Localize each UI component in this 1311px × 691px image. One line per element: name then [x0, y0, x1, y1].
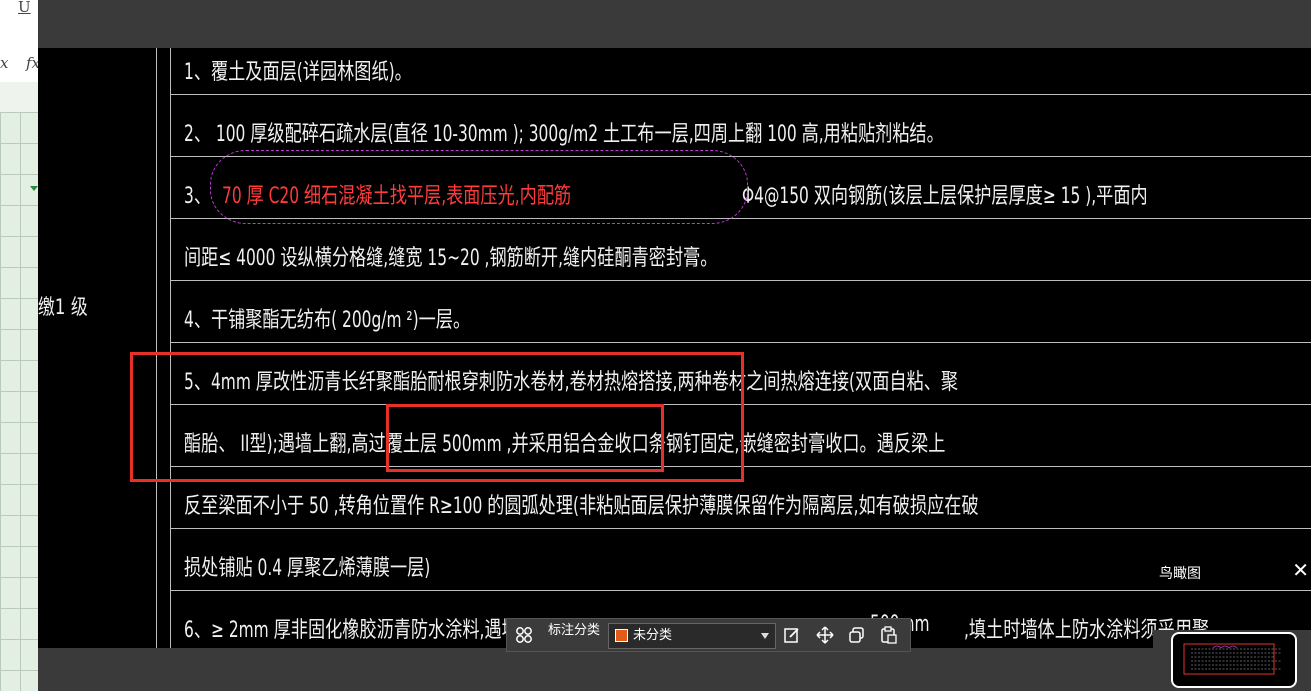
paste-icon[interactable]: [880, 626, 898, 644]
filter-dropdown-icon[interactable]: [30, 186, 38, 191]
row-divider: [170, 280, 1311, 281]
spec-line-4: 4、干铺聚酯无纺布( 200g/m ²)一层。: [184, 308, 471, 333]
side-label: 缴1 级: [38, 295, 88, 319]
grid-menu-icon[interactable]: [515, 626, 533, 644]
row-divider: [170, 528, 1311, 529]
spec-line-2: 2、 100 厚级配碎石疏水层(直径 10-30mm ); 300g/m2 土工…: [184, 122, 944, 147]
spreadsheet-toolbar: U x fx: [0, 0, 38, 82]
table-border-left: [156, 48, 157, 648]
fx-icon[interactable]: fx: [26, 54, 38, 72]
spec-line-3-rest: Φ4@150 双向钢筋(该层上层保护层厚度≥ 15 ),平面内: [742, 184, 1148, 209]
chevron-down-icon: [761, 633, 769, 639]
birdseye-header: 鸟瞰图 ✕: [1153, 556, 1311, 588]
category-label: 标注分类: [548, 623, 601, 638]
top-toolbar: [38, 0, 1311, 48]
status-bar: [38, 648, 1153, 691]
spec-line-1: 1、覆土及面层(详园林图纸)。: [184, 60, 412, 85]
table-border-inner: [170, 48, 171, 648]
formula-x-icon: x: [0, 54, 9, 72]
annotation-toolbar: 标注分类 未分类: [506, 618, 911, 652]
underline-icon[interactable]: U: [18, 0, 31, 16]
birdseye-thumbnail: [1183, 643, 1281, 675]
birdseye-viewport[interactable]: [1171, 632, 1297, 688]
annotation-box-small[interactable]: [386, 404, 664, 472]
revision-cloud[interactable]: [210, 150, 748, 224]
row-divider: [170, 94, 1311, 95]
spec-line-5-cont2: 反至梁面不小于 50 ,转角位置作 R≥100 的圆弧处理(非粘贴面层保护薄膜保…: [184, 494, 979, 519]
cad-canvas[interactable]: 缴1 级 1、覆土及面层(详园林图纸)。 2、 100 厚级配碎石疏水层(直径 …: [38, 48, 1311, 648]
spec-line-3-number: 3、: [184, 184, 211, 209]
category-color-swatch: [615, 629, 628, 642]
close-icon[interactable]: ✕: [1292, 560, 1309, 580]
move-icon[interactable]: [816, 626, 834, 644]
birdseye-title: 鸟瞰图: [1159, 566, 1201, 582]
category-select[interactable]: 未分类: [608, 623, 776, 649]
row-divider: [170, 590, 1311, 591]
spec-line-3-cont: 间距≤ 4000 设纵横分格缝,缝宽 15~20 ,钢筋断开,缝内硅酮青密封膏。: [184, 246, 718, 271]
spec-line-5-cont3: 损处铺贴 0.4 厚聚乙烯薄膜一层): [184, 556, 431, 581]
spreadsheet-grid[interactable]: [0, 112, 38, 691]
edit-icon[interactable]: [783, 626, 801, 644]
spreadsheet-panel: U x fx: [0, 0, 38, 691]
row-divider: [170, 342, 1311, 343]
category-value: 未分类: [633, 628, 673, 643]
copy-icon[interactable]: [848, 626, 866, 644]
